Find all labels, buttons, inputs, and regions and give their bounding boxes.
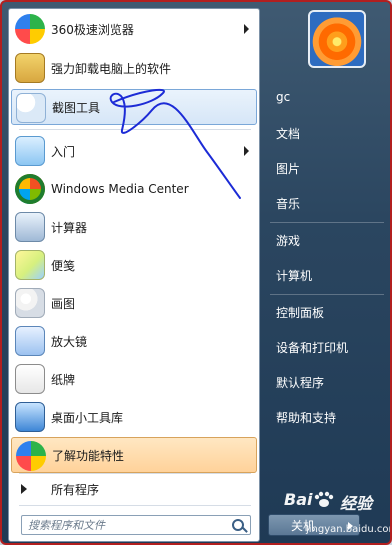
program-item-magnifier[interactable]: 放大镜 [11, 323, 257, 359]
program-item-paint[interactable]: 画图 [11, 285, 257, 321]
start-menu: 360极速浏览器 强力卸载电脑上的软件 截图工具 入门 Windows Medi… [0, 0, 392, 545]
programs-pane: 360极速浏览器 强力卸载电脑上的软件 截图工具 入门 Windows Medi… [8, 8, 260, 542]
program-label: 截图工具 [52, 100, 101, 115]
program-label: 计算器 [51, 220, 88, 235]
program-label: 了解功能特性 [52, 448, 125, 463]
program-label: 画图 [51, 296, 76, 311]
all-programs-button[interactable]: 所有程序 [11, 475, 257, 503]
sticky-notes-icon [15, 250, 45, 280]
program-item-sticky-notes[interactable]: 便笺 [11, 247, 257, 283]
program-label: 便笺 [51, 258, 76, 273]
right-item-user[interactable]: gc [276, 90, 290, 104]
watermark-url: jingyan.baidu.com [306, 524, 392, 535]
program-label: 桌面小工具库 [51, 410, 124, 425]
right-item-pictures[interactable]: 图片 [276, 160, 300, 177]
program-label: 360极速浏览器 [51, 22, 134, 37]
separator [19, 473, 251, 474]
program-label: 强力卸载电脑上的软件 [51, 61, 172, 76]
separator [19, 505, 251, 506]
program-item-getting-started[interactable]: 入门 [11, 133, 257, 169]
getting-started-icon [15, 136, 45, 166]
right-item-help-support[interactable]: 帮助和支持 [276, 409, 336, 426]
solitaire-icon [15, 364, 45, 394]
program-label: 放大镜 [51, 334, 88, 349]
right-item-default-programs[interactable]: 默认程序 [276, 374, 324, 391]
expand-arrow-icon [21, 484, 27, 494]
all-programs-label: 所有程序 [51, 482, 100, 497]
search-box[interactable]: 搜索程序和文件 [21, 515, 251, 535]
program-item-solitaire[interactable]: 纸牌 [11, 361, 257, 397]
submenu-arrow-icon [244, 146, 249, 156]
right-item-devices-printers[interactable]: 设备和打印机 [276, 339, 348, 356]
separator [19, 129, 251, 130]
watermark-brand-2: 经验 [340, 494, 373, 513]
snipping-tool-icon [16, 93, 46, 123]
program-item-desktop-gadgets[interactable]: 桌面小工具库 [11, 399, 257, 435]
right-item-music[interactable]: 音乐 [276, 195, 300, 212]
baidu-paw-icon [314, 491, 334, 507]
program-item-calculator[interactable]: 计算器 [11, 209, 257, 245]
program-item-features[interactable]: 了解功能特性 [11, 437, 257, 473]
program-item-snipping-tool[interactable]: 截图工具 [11, 89, 257, 125]
search-placeholder: 搜索程序和文件 [28, 519, 105, 532]
paint-icon [15, 288, 45, 318]
user-avatar[interactable] [308, 10, 366, 68]
360-features-icon [16, 441, 46, 471]
watermark: Bai 经验 jingyan.baidu.com [284, 490, 390, 542]
magnifier-icon [15, 326, 45, 356]
desktop-gadgets-icon [15, 402, 45, 432]
watermark-brand: Bai [284, 490, 313, 509]
submenu-arrow-icon [244, 24, 249, 34]
program-label: 纸牌 [51, 372, 76, 387]
uninstall-box-icon [15, 53, 45, 83]
separator [270, 222, 384, 223]
right-item-computer[interactable]: 计算机 [276, 267, 312, 284]
windows-media-center-icon [15, 174, 45, 204]
program-item-uninstall[interactable]: 强力卸载电脑上的软件 [11, 50, 257, 86]
program-label: 入门 [51, 144, 76, 159]
program-item-windows-media-center[interactable]: Windows Media Center [11, 171, 257, 207]
search-icon [232, 519, 244, 531]
360-browser-icon [15, 14, 45, 44]
right-item-control-panel[interactable]: 控制面板 [276, 304, 324, 321]
program-item-360-browser[interactable]: 360极速浏览器 [11, 11, 257, 47]
right-item-games[interactable]: 游戏 [276, 232, 300, 249]
calculator-icon [15, 212, 45, 242]
right-item-documents[interactable]: 文档 [276, 125, 300, 142]
program-label: Windows Media Center [51, 182, 189, 196]
separator [270, 294, 384, 295]
